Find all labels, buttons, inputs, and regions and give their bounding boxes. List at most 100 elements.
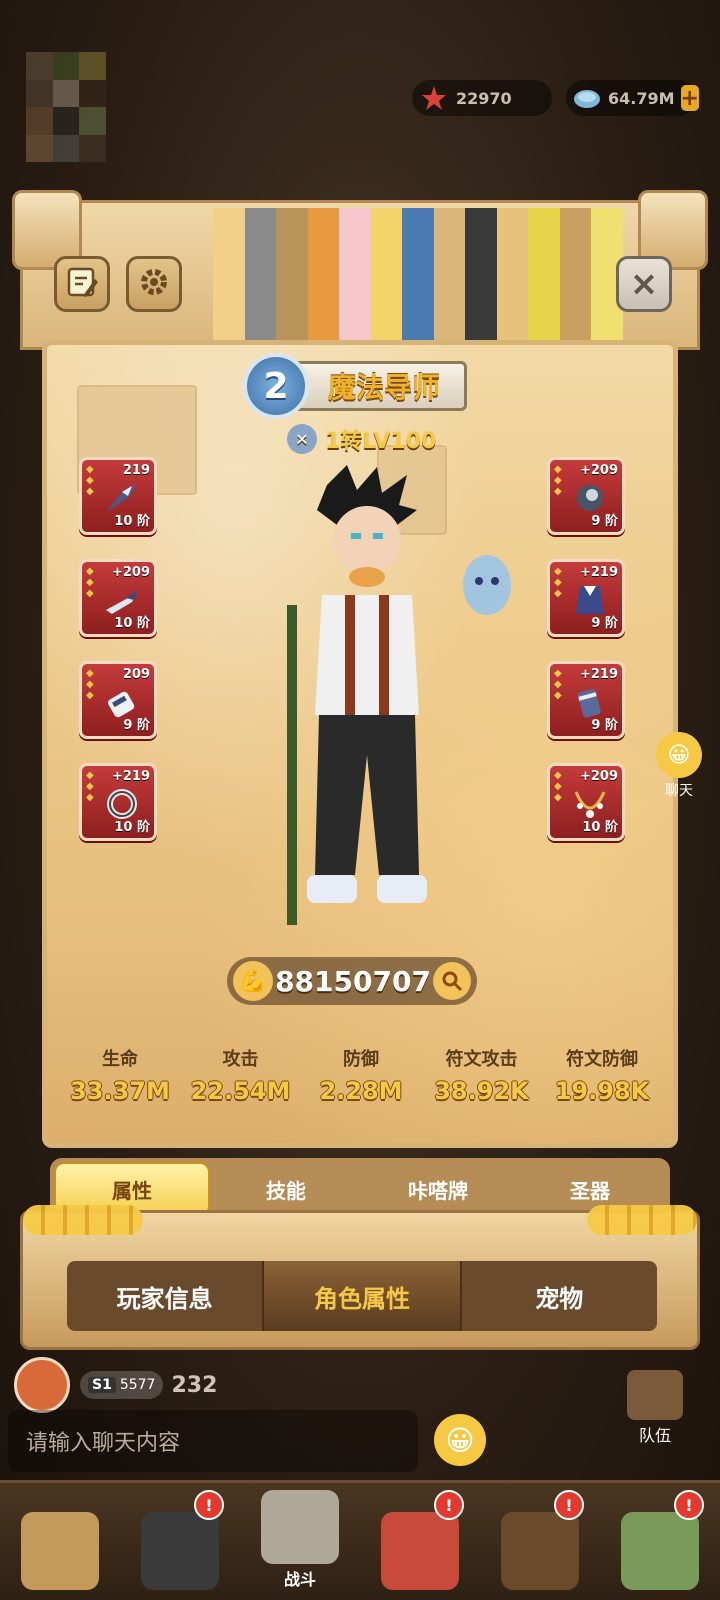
- sword-icon: [261, 1490, 339, 1564]
- guild-icon: [621, 1512, 699, 1590]
- stat-hp: 生命 33.37M: [61, 1045, 179, 1105]
- shell-value: 64.79M: [608, 88, 675, 108]
- stat-rune-defense: 符文防御 19.98K: [543, 1045, 661, 1105]
- team-label: 队伍: [638, 1426, 671, 1445]
- equip-slot-armor[interactable]: ◆ ◆ ◆ +219 9 阶: [547, 559, 625, 637]
- raccoon-icon: [501, 1512, 579, 1590]
- tab-kada-cards[interactable]: 咔嗒牌: [362, 1162, 514, 1216]
- stat-value: 2.28M: [319, 1077, 403, 1105]
- nav-guild[interactable]: !: [612, 1490, 708, 1590]
- edit-profile-button[interactable]: [54, 256, 110, 312]
- starfish-icon: [418, 82, 450, 114]
- equip-slot-ring[interactable]: ◆ ◆ ◆ +219 10 阶: [79, 763, 157, 841]
- gear-icon: [137, 265, 171, 303]
- gold-coins-left: [23, 1205, 143, 1235]
- tab-player-info[interactable]: 玩家信息: [67, 1261, 262, 1331]
- nav-tribe[interactable]: [12, 1490, 108, 1590]
- notification-badge: !: [554, 1490, 584, 1520]
- close-icon: ×: [629, 264, 659, 304]
- tribe-icon: [21, 1512, 99, 1590]
- blurred-avatar: [26, 52, 106, 162]
- equip-slot-bracer[interactable]: ◆ ◆ ◆ +219 9 阶: [547, 661, 625, 739]
- nav-battle[interactable]: 战斗: [252, 1490, 348, 1590]
- stat-value: 38.92K: [434, 1077, 529, 1105]
- star-rank-icon: ◆ ◆ ◆: [554, 770, 562, 803]
- chat-input[interactable]: 请输入聊天内容: [8, 1410, 418, 1472]
- nav-hero[interactable]: !: [132, 1490, 228, 1590]
- section-tabs: 玩家信息 角色属性 宠物: [67, 1261, 657, 1331]
- combat-power-value: 88150707: [275, 964, 431, 998]
- stats-row: 生命 33.37M 攻击 22.54M 防御 2.28M 符文攻击 38.92K…: [61, 1045, 661, 1105]
- shop-icon: [381, 1512, 459, 1590]
- tier-label: 10 阶: [114, 514, 150, 529]
- search-icon: [442, 971, 463, 992]
- tier-label: 9 阶: [591, 718, 618, 733]
- stat-label: 防御: [343, 1049, 379, 1070]
- notification-badge: !: [434, 1490, 464, 1520]
- level-text: 1转LV100: [325, 429, 437, 454]
- starfish-value: 22970: [456, 88, 512, 108]
- stat-label: 符文攻击: [445, 1049, 518, 1070]
- season-score: 5577: [119, 1377, 156, 1393]
- season-label: S1: [88, 1377, 116, 1393]
- class-rank-badge: 2: [243, 353, 309, 419]
- stat-attack: 攻击 22.54M: [182, 1045, 300, 1105]
- notification-badge: !: [674, 1490, 704, 1520]
- bottom-navigation: ! 战斗 ! ! !: [0, 1480, 720, 1600]
- chat-label: 聊天: [665, 783, 693, 799]
- tab-character-attributes[interactable]: 角色属性: [262, 1261, 460, 1331]
- character-model[interactable]: [267, 465, 467, 945]
- chat-placeholder: 请输入聊天内容: [26, 1431, 181, 1456]
- panel-header: [20, 200, 700, 350]
- equip-slot-offhand[interactable]: ◆ ◆ ◆ +209 10 阶: [79, 559, 157, 637]
- settings-button[interactable]: [126, 256, 182, 312]
- team-button[interactable]: 队伍: [610, 1370, 700, 1446]
- combat-power: 💪 88150707: [227, 957, 477, 1005]
- chat-button[interactable]: 😀 聊天: [644, 732, 714, 800]
- add-currency-button[interactable]: +: [680, 85, 699, 111]
- nav-pet[interactable]: !: [492, 1490, 588, 1590]
- star-rank-icon: ◆ ◆ ◆: [86, 464, 94, 497]
- equip-slot-gloves[interactable]: ◆ ◆ ◆ 209 9 阶: [79, 661, 157, 739]
- star-rank-icon: ◆ ◆ ◆: [86, 770, 94, 803]
- emoji-button[interactable]: 😀: [434, 1414, 486, 1466]
- class-emblem-icon: ✕: [287, 424, 317, 454]
- team-icon: [627, 1370, 683, 1420]
- shell-currency: 64.79M +: [566, 80, 699, 116]
- power-details-button[interactable]: [433, 962, 471, 1000]
- equip-slot-necklace[interactable]: ◆ ◆ ◆ +209 10 阶: [547, 763, 625, 841]
- avatar[interactable]: [14, 1357, 70, 1413]
- star-rank-icon: ◆ ◆ ◆: [554, 464, 562, 497]
- tier-label: 10 阶: [114, 820, 150, 835]
- starfish-currency: 22970: [412, 80, 552, 116]
- close-button[interactable]: ×: [616, 256, 672, 312]
- stat-rune-attack: 符文攻击 38.92K: [423, 1045, 541, 1105]
- star-rank-icon: ◆ ◆ ◆: [554, 668, 562, 701]
- star-rank-icon: ◆ ◆ ◆: [86, 566, 94, 599]
- level-line: ✕ 1转LV100: [287, 423, 436, 455]
- season-badge: S1 5577: [80, 1371, 164, 1399]
- star-rank-icon: ◆ ◆ ◆: [86, 668, 94, 701]
- hero-icon: [141, 1512, 219, 1590]
- smiley-icon: 😀: [445, 1423, 475, 1457]
- tab-pets[interactable]: 宠物: [459, 1261, 657, 1331]
- player-row: S1 5577 232: [14, 1357, 254, 1413]
- equip-slot-weapon[interactable]: ◆ ◆ ◆ 219 10 阶: [79, 457, 157, 535]
- stat-label: 符文防御: [566, 1049, 638, 1070]
- tier-label: 9 阶: [591, 616, 618, 631]
- pet-spirit[interactable]: [457, 545, 517, 625]
- nav-shop[interactable]: !: [372, 1490, 468, 1590]
- gold-coins-right: [587, 1205, 697, 1235]
- chat-bubble-icon: 😀: [656, 732, 702, 778]
- character-panel: × 2 魔法导师 ✕ 1转LV100 ◆ ◆ ◆ 219 10 阶 ◆ ◆ ◆ +209…: [12, 190, 708, 1360]
- edit-icon: [65, 265, 99, 303]
- character-view: 2 魔法导师 ✕ 1转LV100 ◆ ◆ ◆ 219 10 阶 ◆ ◆ ◆ +209 1…: [42, 340, 678, 1148]
- stat-value: 33.37M: [70, 1077, 170, 1105]
- blurred-player-name: [213, 208, 623, 343]
- class-name: 魔法导师: [293, 361, 468, 411]
- tier-label: 9 阶: [591, 514, 618, 529]
- stat-defense: 防御 2.28M: [302, 1045, 420, 1105]
- player-number: 232: [171, 1372, 218, 1398]
- equip-slot-helmet[interactable]: ◆ ◆ ◆ +209 9 阶: [547, 457, 625, 535]
- tab-skills[interactable]: 技能: [210, 1162, 362, 1216]
